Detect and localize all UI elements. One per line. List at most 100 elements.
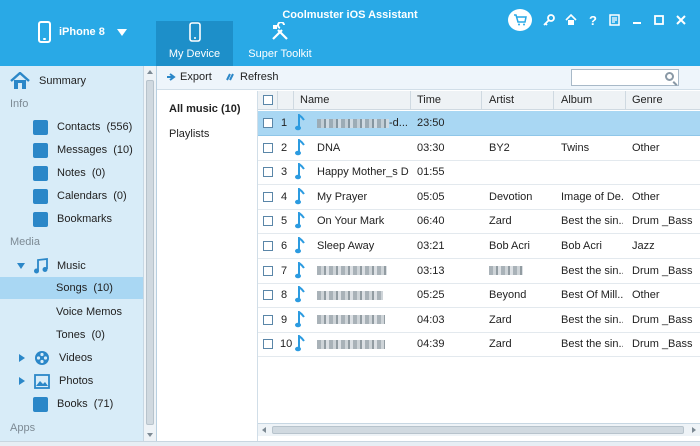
cell-name-text: -d...	[389, 117, 408, 129]
column-header-album[interactable]: Album	[561, 94, 592, 106]
tab-label: My Device	[168, 48, 221, 60]
table-row[interactable]: 8 05:25 Beyond Best Of Mill... Other	[258, 283, 700, 309]
device-selector[interactable]: iPhone 8	[38, 21, 127, 43]
row-checkbox[interactable]	[263, 118, 273, 128]
sidebar-item-tones[interactable]: Tones (0)	[56, 324, 105, 346]
row-checkbox[interactable]	[263, 167, 273, 178]
column-header-genre[interactable]: Genre	[632, 94, 663, 106]
column-header-name[interactable]: Name	[300, 94, 329, 106]
table-row[interactable]: 4 My Prayer 05:05 Devotion Image of De... Oth…	[258, 185, 700, 210]
title-bar: Coolmuster iOS Assistant iPhone 8 My Dev…	[0, 0, 700, 66]
row-checkbox[interactable]	[263, 265, 273, 276]
sidebar-item-music[interactable]: Music	[17, 255, 86, 277]
expand-arrow-icon[interactable]	[19, 377, 25, 385]
row-checkbox[interactable]	[263, 290, 273, 301]
scrollbar-thumb[interactable]	[146, 80, 154, 425]
scroll-left-icon[interactable]	[262, 427, 266, 433]
table-row[interactable]: 5 On Your Mark 06:40 Zard Best the sin... Dru…	[258, 209, 700, 235]
sidebar-item-count: (0)	[91, 329, 105, 341]
table-row[interactable]: 10 04:39 Zard Best the sin... Drum _Bass	[258, 332, 700, 358]
expand-arrow-icon[interactable]	[17, 263, 25, 269]
phone-icon	[156, 21, 233, 43]
scroll-down-icon[interactable]	[147, 433, 153, 437]
expand-arrow-icon[interactable]	[19, 354, 25, 362]
table-row[interactable]: 6 Sleep Away 03:21 Bob Acri Bob Acri Jazz	[258, 234, 700, 259]
table-row[interactable]: 1 -d... 23:50	[258, 111, 700, 136]
column-header-time[interactable]: Time	[417, 94, 441, 106]
cell-artist-text: Devotion	[489, 190, 533, 203]
row-checkbox[interactable]	[263, 339, 273, 350]
scroll-right-icon[interactable]	[692, 427, 696, 433]
sidebar-scrollbar[interactable]	[143, 66, 156, 441]
tab-my-device[interactable]: My Device	[156, 21, 233, 66]
sidebar-item-books[interactable]: Books (71)	[33, 393, 113, 415]
scroll-up-icon[interactable]	[147, 70, 153, 74]
scrollbar-thumb[interactable]	[272, 426, 684, 434]
cell-album: Best the sin...	[561, 338, 623, 351]
obscured-text	[317, 266, 387, 276]
close-icon[interactable]	[670, 10, 692, 30]
row-checkbox[interactable]	[263, 314, 273, 325]
help-icon[interactable]: ?	[582, 10, 604, 30]
sidebar-item-messages[interactable]: Messages (10)	[33, 139, 133, 161]
export-button[interactable]: Export	[166, 71, 212, 83]
table-row[interactable]: 3 Happy Mother_s D... 01:55	[258, 160, 700, 186]
refresh-button[interactable]: Refresh	[225, 71, 279, 83]
cell-artist: Devotion	[489, 191, 551, 203]
minimize-icon[interactable]	[626, 10, 648, 30]
music-note-icon	[295, 260, 305, 282]
sidebar-item-notes[interactable]: Notes (0)	[33, 162, 105, 184]
table-row[interactable]: 2 DNA 03:30 BY2 Twins Other	[258, 136, 700, 161]
music-note-icon	[295, 186, 305, 208]
cart-icon[interactable]	[508, 9, 532, 31]
row-number: 9	[281, 313, 288, 326]
cell-name	[317, 289, 409, 301]
cell-name	[317, 338, 409, 350]
table-row[interactable]: 9 04:03 Zard Best the sin... Drum _Bass	[258, 308, 700, 333]
notes-icon	[33, 165, 48, 181]
column-header-artist[interactable]: Artist	[489, 94, 514, 106]
row-number: 4	[281, 190, 288, 203]
sidebar-item-songs[interactable]: Songs (10)	[56, 277, 113, 299]
feedback-icon[interactable]	[604, 10, 626, 30]
row-checkbox[interactable]	[263, 216, 273, 227]
row-number: 5	[281, 215, 288, 228]
home-icon[interactable]	[560, 10, 582, 30]
sidebar-item-photos[interactable]: Photos	[19, 370, 93, 392]
category-all-music[interactable]: All music (10)	[169, 103, 241, 115]
obscured-text	[317, 290, 383, 300]
cell-album: Best the sin...	[561, 264, 623, 277]
tab-super-toolkit[interactable]: Super Toolkit	[240, 21, 320, 66]
sidebar-item-voice-memos[interactable]: Voice Memos	[56, 301, 122, 323]
sidebar-item-videos[interactable]: Videos	[19, 347, 92, 369]
sidebar-item-contacts[interactable]: Contacts (556)	[33, 116, 132, 138]
maximize-icon[interactable]	[648, 10, 670, 30]
search-input[interactable]	[571, 69, 679, 86]
chevron-down-icon	[116, 28, 127, 36]
select-all-checkbox[interactable]	[263, 95, 273, 105]
cell-artist-text: Bob Acri	[489, 240, 530, 252]
row-checkbox[interactable]	[263, 241, 273, 251]
cell-album: Bob Acri	[561, 240, 602, 252]
sidebar-item-label: Songs	[56, 282, 88, 294]
sidebar-item-summary[interactable]: Summary	[10, 70, 86, 92]
sidebar-item-calendars[interactable]: Calendars (0)	[33, 185, 127, 207]
music-note-icon	[295, 137, 305, 159]
row-checkbox[interactable]	[263, 142, 273, 153]
music-note-icon	[295, 211, 305, 232]
key-icon[interactable]	[538, 10, 560, 30]
section-info-heading: Info	[10, 98, 29, 110]
bookmark-icon	[33, 211, 48, 227]
category-playlists[interactable]: Playlists	[169, 128, 209, 140]
row-checkbox[interactable]	[263, 191, 273, 202]
music-note-icon	[295, 236, 305, 257]
cell-time: 03:21	[417, 240, 445, 252]
cell-name: On Your Mark	[317, 215, 409, 227]
table-row[interactable]: 7 03:13 Best the sin... Drum _Bass	[258, 259, 700, 284]
sidebar-item-label: Videos	[59, 352, 93, 364]
cell-artist: Zard	[489, 314, 551, 326]
export-label: Export	[180, 71, 212, 83]
search-icon[interactable]	[665, 72, 674, 81]
sidebar-item-bookmarks[interactable]: Bookmarks	[33, 208, 112, 230]
horizontal-scrollbar[interactable]	[258, 423, 700, 436]
